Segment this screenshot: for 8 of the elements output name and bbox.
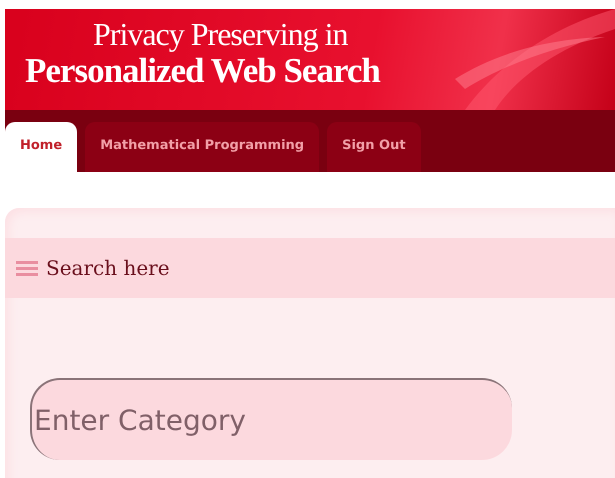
site-title: Personalized Web Search [25,51,382,91]
site-title: Privacy Preserving in [92,17,349,51]
nav-tab[interactable]: Sign Out [327,122,421,172]
category-field[interactable]: Enter Category [30,378,512,460]
nav-tab[interactable]: Home [5,122,78,172]
nav-tab[interactable]: Mathematical Programming [85,122,320,172]
panel-title: Search here [46,255,170,282]
menu-icon [16,259,38,277]
